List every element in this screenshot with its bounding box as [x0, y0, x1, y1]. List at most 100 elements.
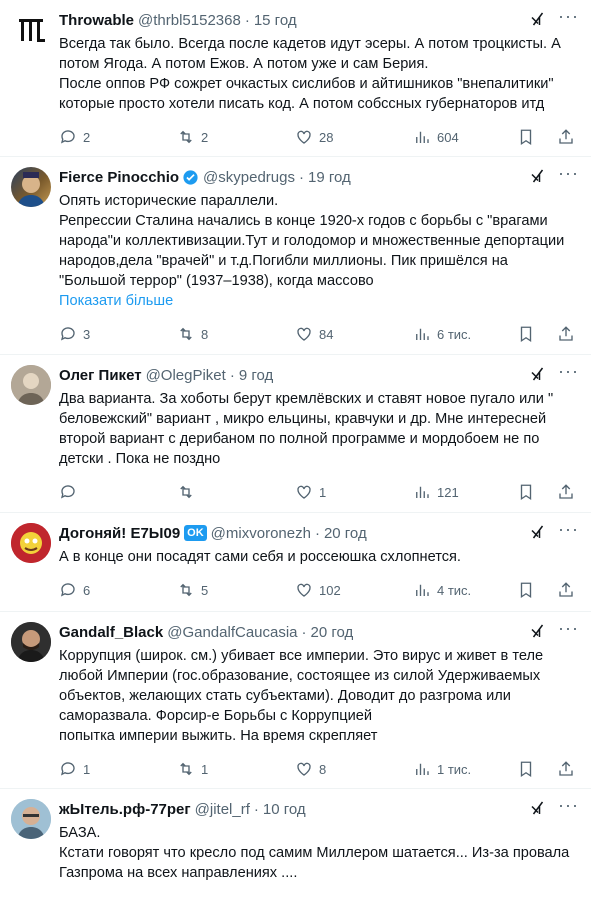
reply-button[interactable]: 2: [59, 128, 177, 146]
repost-button[interactable]: 1: [177, 760, 295, 778]
author-handle[interactable]: @thrbl5152368: [138, 12, 241, 29]
views-count: 1 тис.: [437, 761, 472, 777]
bookmark-icon[interactable]: [517, 581, 535, 599]
share-icon[interactable]: [557, 581, 575, 599]
grok-icon[interactable]: [529, 523, 547, 541]
repost-button[interactable]: 8: [177, 325, 295, 343]
heart-icon: [297, 485, 311, 499]
tweet-text: А в конце они посадят сами себя и россею…: [59, 547, 577, 567]
bookmark-icon[interactable]: [517, 128, 535, 146]
timestamp[interactable]: 20 год: [311, 624, 354, 641]
verified-badge-icon: [183, 169, 198, 185]
grok-icon[interactable]: [529, 365, 547, 383]
avatar[interactable]: [11, 365, 51, 405]
grok-icon[interactable]: [529, 167, 547, 185]
repost-count: 1: [201, 761, 209, 777]
repost-button[interactable]: 5: [177, 581, 295, 599]
tweet-text: Всегда так было. Всегда после кадетов ид…: [59, 34, 577, 114]
reply-button[interactable]: 3: [59, 325, 177, 343]
like-button[interactable]: 84: [295, 325, 413, 343]
reply-button[interactable]: [59, 483, 177, 501]
avatar[interactable]: [11, 10, 51, 50]
like-button[interactable]: 28: [295, 128, 413, 146]
like-button[interactable]: 1: [295, 483, 413, 501]
tweet[interactable]: Олег Пикет @OlegPiket · 9 год Два вариан…: [0, 355, 591, 513]
separator-dot: ·: [229, 366, 235, 384]
author-name[interactable]: Олег Пикет: [59, 367, 142, 384]
timestamp[interactable]: 9 год: [239, 367, 273, 384]
avatar[interactable]: [11, 622, 51, 662]
tweet[interactable]: жЫтель.рф-77рег @jitel_rf · 10 год БАЗА.…: [0, 789, 591, 899]
author-handle[interactable]: @GandalfCaucasia: [167, 624, 297, 641]
avatar-picture-icon: [11, 799, 51, 839]
timestamp[interactable]: 10 год: [263, 801, 306, 818]
author-name[interactable]: Gandalf_Black: [59, 624, 163, 641]
author-name[interactable]: Throwable: [59, 12, 134, 29]
repost-button[interactable]: [177, 483, 295, 501]
grok-icon[interactable]: [529, 622, 547, 640]
avatar[interactable]: [11, 799, 51, 839]
share-icon[interactable]: [557, 128, 575, 146]
author-handle[interactable]: @OlegPiket: [146, 367, 226, 384]
bookmark-icon[interactable]: [517, 483, 535, 501]
action-bar: 1 1 8 1 тис.: [59, 746, 577, 792]
views-button[interactable]: 604: [413, 128, 517, 146]
avatar[interactable]: [11, 167, 51, 207]
share-icon[interactable]: [557, 760, 575, 778]
like-button[interactable]: 102: [295, 581, 413, 599]
tweet-text: Опять исторические параллели. Репрессии …: [59, 191, 577, 291]
repost-icon: [180, 130, 192, 144]
author-handle[interactable]: @jitel_rf: [195, 801, 250, 818]
repost-button[interactable]: 2: [177, 128, 295, 146]
views-button[interactable]: 6 тис.: [413, 325, 517, 343]
tweet[interactable]: Догоняй! Е7Ы09 OK @mixvoronezh · 20 год …: [0, 513, 591, 612]
tweet-paragraph: БАЗА.: [59, 825, 101, 841]
views-button[interactable]: 1 тис.: [413, 760, 517, 778]
bookmark-icon[interactable]: [517, 325, 535, 343]
tweet-text: БАЗА. Кстати говорят что кресло под сами…: [59, 823, 577, 883]
tweet[interactable]: Gandalf_Black @GandalfCaucasia · 20 год …: [0, 612, 591, 789]
author-handle[interactable]: @mixvoronezh: [211, 525, 311, 542]
author-handle[interactable]: @skypedrugs: [203, 169, 295, 186]
timestamp[interactable]: 20 год: [324, 525, 367, 542]
author-name[interactable]: Fierce Pinocchio: [59, 169, 179, 186]
views-chart-icon: [416, 131, 429, 143]
views-button[interactable]: 4 тис.: [413, 581, 517, 599]
like-count: 102: [319, 582, 341, 598]
tweet[interactable]: Fierce Pinocchio @skypedrugs · 19 год Оп…: [0, 157, 591, 355]
views-chart-icon: [416, 584, 429, 596]
author-name[interactable]: Догоняй! Е7Ы09: [59, 525, 180, 542]
repost-count: 5: [201, 582, 209, 598]
reply-button[interactable]: 6: [59, 581, 177, 599]
avatar[interactable]: [11, 523, 51, 563]
bookmark-icon[interactable]: [517, 760, 535, 778]
reply-button[interactable]: 1: [59, 760, 177, 778]
avatar-picture-icon: [11, 523, 51, 563]
timestamp[interactable]: 15 год: [254, 12, 297, 29]
reply-icon: [60, 485, 75, 499]
share-icon[interactable]: [557, 483, 575, 501]
more-options-icon[interactable]: ···: [558, 163, 579, 184]
like-button[interactable]: 8: [295, 760, 413, 778]
reply-icon: [60, 327, 75, 341]
grok-icon[interactable]: [529, 799, 547, 817]
show-more-link[interactable]: Показати більше: [59, 291, 577, 311]
repost-icon: [180, 762, 192, 776]
heart-icon: [297, 130, 311, 144]
views-chart-icon: [416, 328, 429, 340]
more-options-icon[interactable]: ···: [558, 795, 579, 816]
more-options-icon[interactable]: ···: [558, 6, 579, 27]
more-options-icon[interactable]: ···: [558, 519, 579, 540]
views-chart-icon: [416, 763, 429, 775]
like-count: 84: [319, 326, 334, 342]
share-icon[interactable]: [557, 325, 575, 343]
more-options-icon[interactable]: ···: [558, 361, 579, 382]
tweet[interactable]: Throwable @thrbl5152368 · 15 год Всегда …: [0, 0, 591, 157]
avatar-picture-icon: [17, 172, 45, 207]
more-options-icon[interactable]: ···: [558, 618, 579, 639]
views-button[interactable]: 121: [413, 483, 517, 501]
separator-dot: ·: [314, 524, 320, 542]
author-name[interactable]: жЫтель.рф-77рег: [59, 801, 191, 818]
timestamp[interactable]: 19 год: [308, 169, 351, 186]
grok-icon[interactable]: [529, 10, 547, 28]
